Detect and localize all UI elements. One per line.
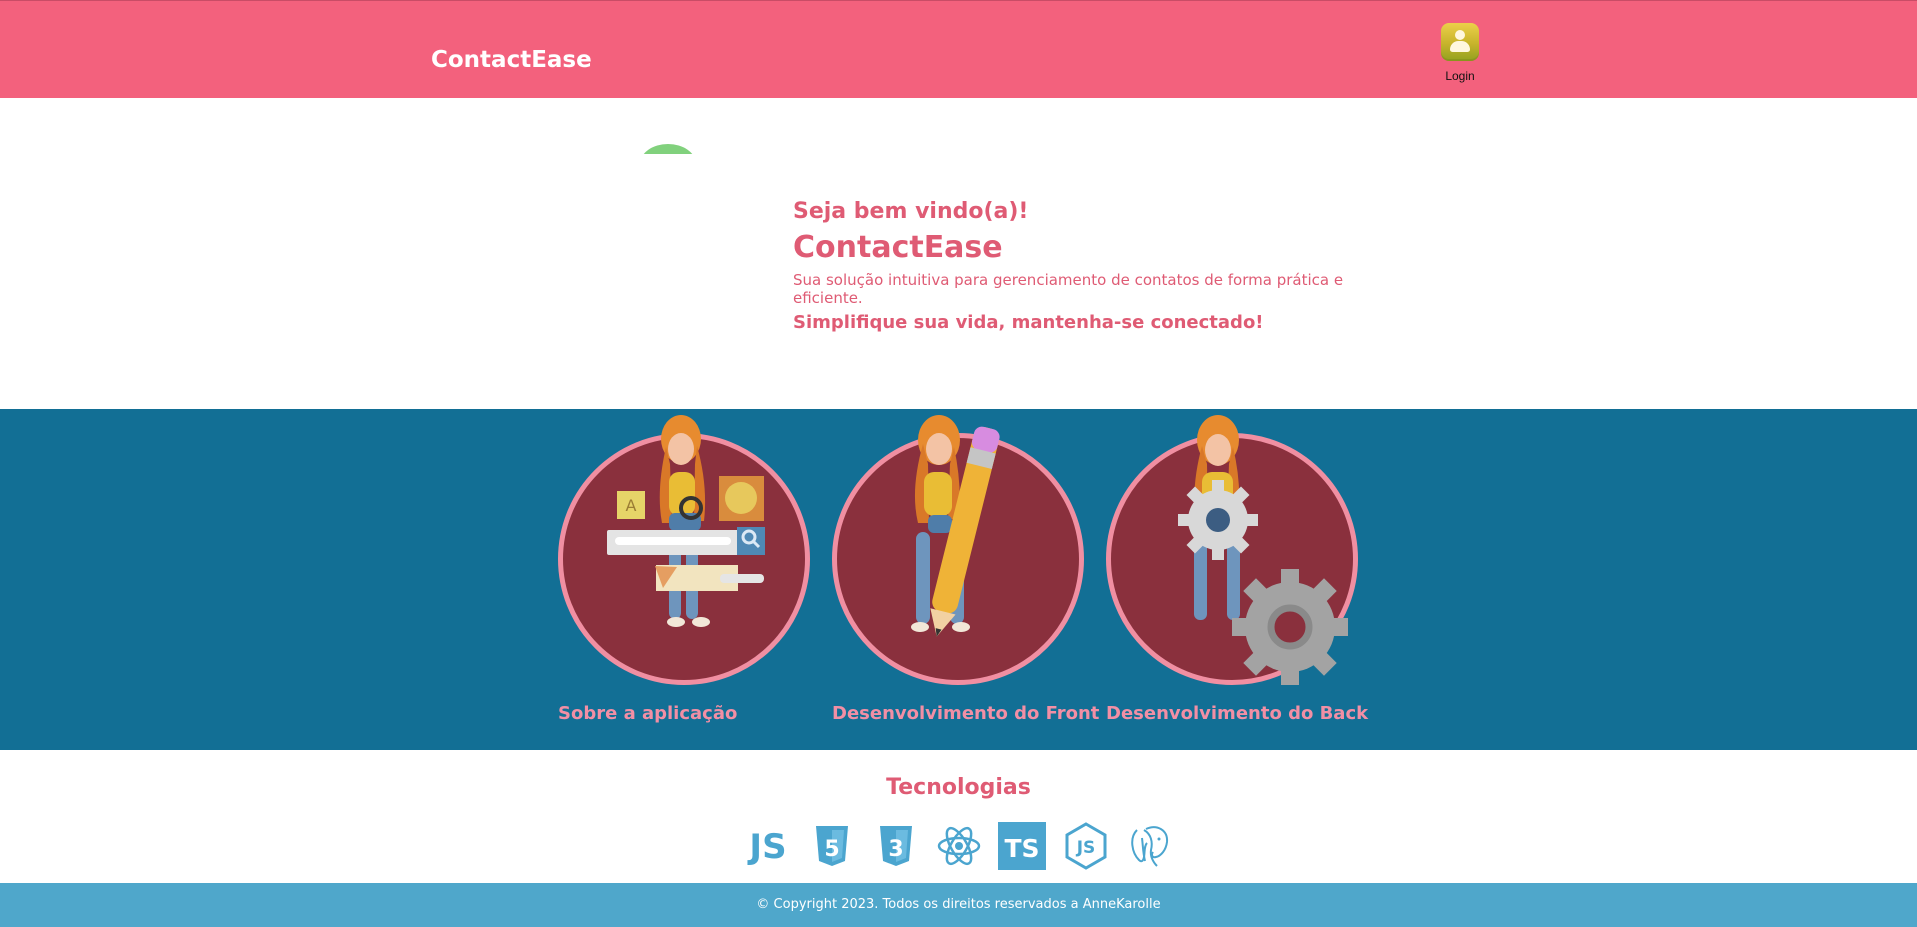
technologies-title: Tecnologias <box>886 775 1031 800</box>
backend-card[interactable]: Desenvolvimento do Back <box>1106 409 1368 750</box>
nodejs-icon: JS <box>1062 822 1110 870</box>
backend-card-label: Desenvolvimento do Back <box>1106 703 1369 724</box>
react-icon <box>935 822 983 870</box>
svg-text:JS: JS <box>747 827 786 867</box>
svg-text:JS: JS <box>1076 838 1096 858</box>
hero-tagline: Simplifique sua vida, mantenha-se conect… <box>793 312 1264 333</box>
about-card-label: Sobre a aplicação <box>558 703 738 724</box>
frontend-card[interactable]: Desenvolvimento do Front <box>832 409 1099 750</box>
svg-text:A: A <box>626 496 637 515</box>
login-label: Login <box>1445 69 1475 83</box>
css3-icon: 3 <box>872 822 920 870</box>
welcome-text: Seja bem vindo(a)! <box>793 199 1029 224</box>
about-app-card[interactable]: A Sobre a aplicação <box>558 409 810 750</box>
typescript-icon: TS <box>998 822 1046 870</box>
girl-with-pencil-illustration <box>911 415 1000 637</box>
girl-with-gears-illustration <box>1178 415 1348 685</box>
features-section: A Sobre a aplicação Desenvolvimento do F… <box>0 409 1917 750</box>
hero-description: Sua solução intuitiva para gerenciamento… <box>793 271 1344 307</box>
svg-text:TS: TS <box>1004 834 1039 863</box>
brand-name[interactable]: ContactEase <box>431 46 592 74</box>
javascript-icon: JS <box>744 822 792 870</box>
footer: © Copyright 2023. Todos os direitos rese… <box>0 883 1917 927</box>
technologies-list: JS 5 3 TS JS <box>744 822 1174 874</box>
page: ContactEase Login Seja bem vindo(a)! Con… <box>0 0 1917 927</box>
login-button[interactable]: Login <box>1440 23 1480 87</box>
frontend-card-label: Desenvolvimento do Front <box>832 703 1100 724</box>
girl-with-search-ui-illustration: A <box>607 415 765 627</box>
html5-icon: 5 <box>808 822 856 870</box>
svg-text:5: 5 <box>824 837 839 862</box>
hero-title: ContactEase <box>793 230 1003 265</box>
decorative-green-arc <box>640 144 696 154</box>
user-icon <box>1441 23 1479 61</box>
postgresql-icon <box>1126 822 1174 870</box>
hero-section: Seja bem vindo(a)! ContactEase Sua soluç… <box>793 198 1413 335</box>
svg-text:3: 3 <box>888 837 903 862</box>
top-header: ContactEase Login <box>0 0 1917 98</box>
